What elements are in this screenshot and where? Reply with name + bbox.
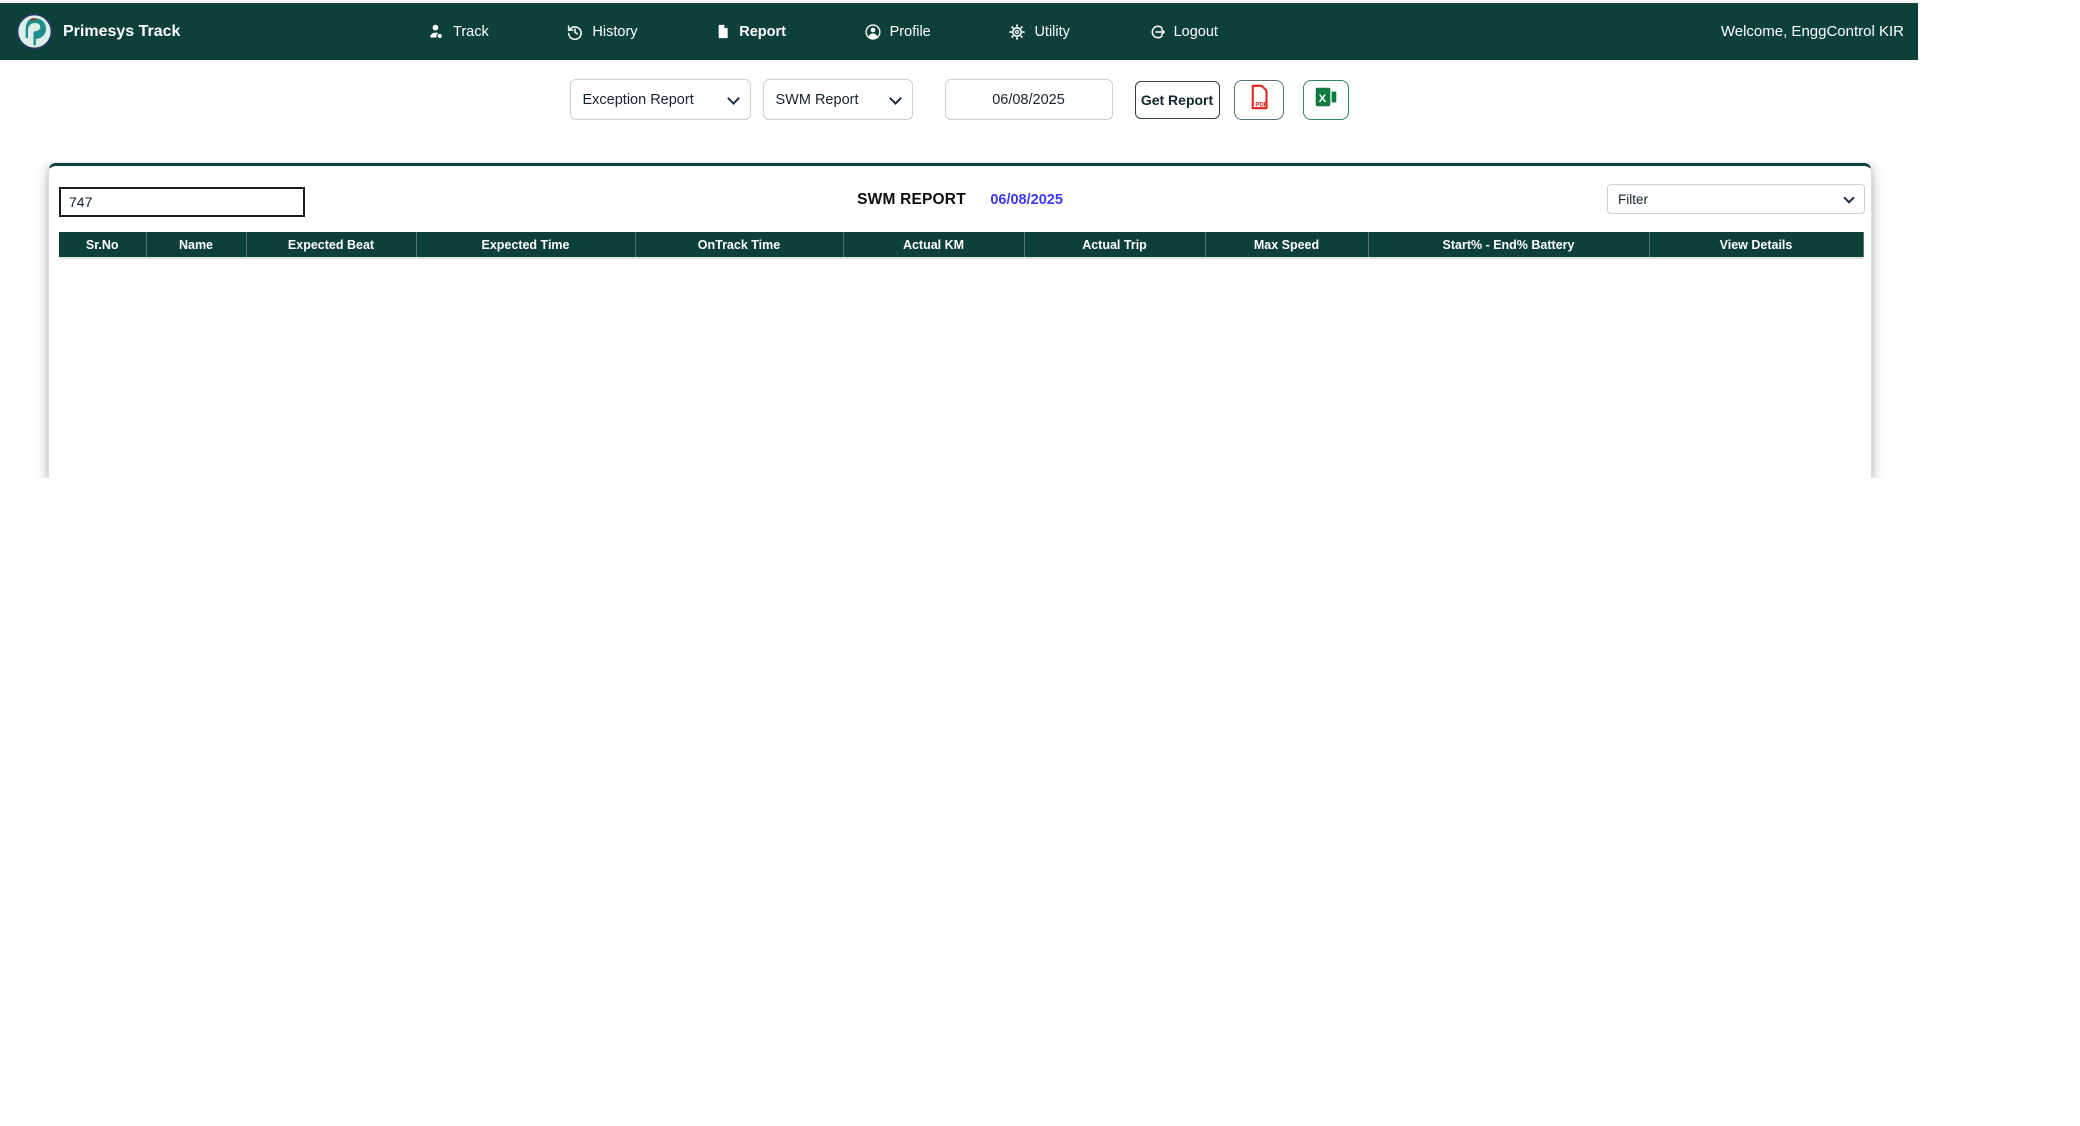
logout-icon [1148,23,1166,41]
document-icon [715,23,731,40]
person-pin-icon [428,23,445,40]
col-header-ontrack-time: OnTrack Time [635,232,844,259]
svg-text:PDF: PDF [1255,102,1267,108]
svg-text:X: X [1318,93,1326,105]
report-date-input[interactable] [944,79,1113,120]
get-report-button[interactable]: Get Report [1134,80,1220,119]
report-name-select-wrap: SWM Report [762,79,913,120]
nav-label: Report [739,23,786,40]
col-header-actual-trip: Actual Trip [1024,232,1206,259]
history-clock-icon [566,23,584,41]
main-nav: Track History Report Profile Utility Log… [428,3,1218,60]
col-header-expected-time: Expected Time [416,232,636,259]
panel-title: SWM REPORT 06/08/2025 [49,191,1871,209]
nav-label: Profile [889,23,931,40]
pdf-export-icon: PDF [1246,83,1272,116]
primesys-logo-icon [16,13,53,50]
brand-name: Primesys Track [63,22,181,40]
swm-report-table: Sr.No Name Expected Beat Expected Time O… [59,232,1864,259]
filter-select-wrap: Filter [1607,184,1865,214]
report-title: SWM REPORT [857,191,966,208]
col-header-expected-beat: Expected Beat [246,232,417,259]
col-header-view-details: View Details [1649,232,1864,259]
col-header-max-speed: Max Speed [1205,232,1369,259]
nav-label: Track [453,23,489,40]
nav-item-track[interactable]: Track [428,23,489,40]
report-type-select[interactable]: Exception Report [569,79,751,120]
nav-label: Logout [1173,23,1218,40]
nav-item-logout[interactable]: Logout [1148,23,1218,41]
gear-icon [1008,23,1026,41]
excel-export-icon: X [1313,84,1339,115]
col-header-name: Name [146,232,247,259]
nav-item-history[interactable]: History [566,23,638,41]
top-navbar: Primesys Track Track History Report Prof… [0,3,1918,60]
profile-circle-icon [864,23,882,41]
col-header-actual-km: Actual KM [843,232,1025,259]
table-search-input[interactable] [59,187,305,217]
report-name-select[interactable]: SWM Report [762,79,913,120]
col-header-srno: Sr.No [59,232,147,259]
report-panel: SWM REPORT 06/08/2025 Filter Sr.No Name … [48,163,1872,478]
nav-label: Utility [1034,23,1070,40]
report-title-date: 06/08/2025 [990,192,1063,208]
export-excel-button[interactable]: X [1302,79,1349,120]
nav-item-utility[interactable]: Utility [1008,23,1070,41]
export-pdf-button[interactable]: PDF [1233,79,1284,120]
nav-label: History [592,23,638,40]
filter-select[interactable]: Filter [1607,184,1865,214]
nav-item-report[interactable]: Report [715,23,786,40]
report-panel-clip: SWM REPORT 06/08/2025 Filter Sr.No Name … [34,162,1894,478]
welcome-text: Welcome, EnggControl KIR [1720,23,1904,40]
brand[interactable]: Primesys Track [16,3,180,60]
report-type-select-wrap: Exception Report [569,79,751,120]
nav-item-profile[interactable]: Profile [864,23,931,41]
table-header-row: Sr.No Name Expected Beat Expected Time O… [59,232,1864,259]
col-header-battery: Start% - End% Battery [1368,232,1650,259]
report-toolbar: Exception Report SWM Report Get Report P… [0,79,1918,120]
